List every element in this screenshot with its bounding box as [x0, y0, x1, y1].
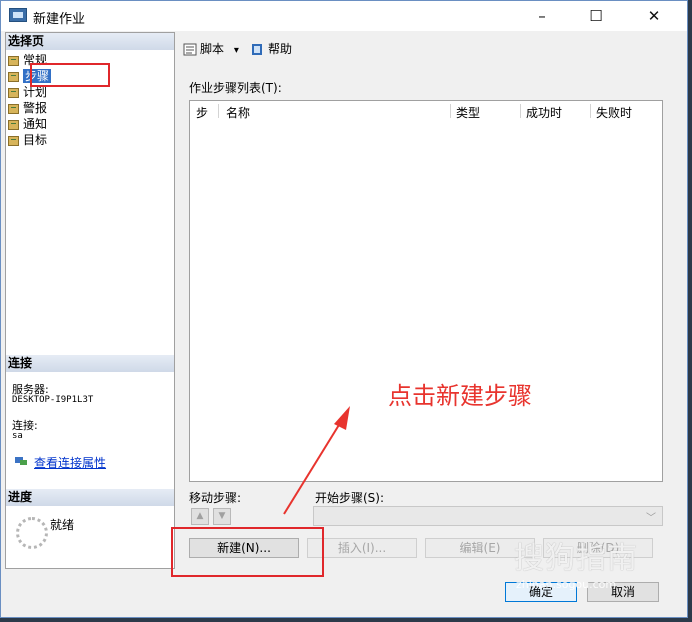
page-label: 警报: [23, 101, 48, 115]
page-icon: [8, 135, 19, 146]
page-item-notifications[interactable]: 通知: [8, 117, 47, 131]
annotation-text: 点击新建步骤: [388, 382, 532, 410]
page-item-schedule[interactable]: 计划: [8, 85, 47, 99]
column-header-type[interactable]: 类型: [456, 104, 480, 121]
connection-value: sa: [12, 431, 23, 441]
page-icon: [8, 55, 19, 66]
watermark-url: zhinan.sogou.com: [516, 578, 617, 591]
script-button[interactable]: 脚本 ▾: [183, 40, 239, 57]
connection-properties-icon: [15, 457, 27, 465]
app-icon: [9, 8, 27, 22]
column-header-name[interactable]: 名称: [226, 104, 250, 121]
progress-spinner-icon: [16, 517, 48, 549]
annotation-arrow-icon: [283, 406, 350, 515]
move-down-button[interactable]: ▼: [213, 508, 231, 525]
start-step-select[interactable]: ﹀: [313, 506, 663, 526]
script-icon: [183, 43, 197, 56]
left-panel: 选择页 常规 步骤 计划 警报 通知 目标 连接 服务器: DESKTOP-I9…: [5, 32, 175, 569]
highlight-steps-page: [30, 63, 110, 87]
title-bar: 新建作业 – ☐ ✕: [1, 1, 687, 31]
maximize-button[interactable]: ☐: [573, 1, 619, 31]
page-icon: [8, 103, 19, 114]
page-label: 计划: [23, 85, 48, 99]
move-up-button[interactable]: ▲: [191, 508, 209, 525]
column-separator: [520, 104, 521, 118]
script-dropdown-icon[interactable]: ▾: [234, 45, 239, 56]
page-label: 通知: [23, 117, 48, 131]
close-button[interactable]: ✕: [631, 1, 677, 31]
steps-page: 脚本 ▾ 帮助 作业步骤列表(T): 步 名称 类型 成功时 失败时 移动步骤:…: [177, 32, 671, 569]
column-separator: [450, 104, 451, 118]
view-connection-properties-link[interactable]: 查看连接属性: [34, 454, 106, 471]
column-separator: [590, 104, 591, 118]
server-value: DESKTOP-I9P1L3T: [12, 395, 94, 405]
move-step-label: 移动步骤:: [189, 491, 242, 505]
select-page-header: 选择页: [6, 33, 174, 50]
page-icon: [8, 87, 19, 98]
column-header-on-failure[interactable]: 失败时: [596, 104, 632, 121]
help-label: 帮助: [268, 42, 293, 56]
job-step-list[interactable]: 步 名称 类型 成功时 失败时: [189, 100, 663, 482]
help-button[interactable]: 帮助: [251, 40, 292, 57]
help-icon: [252, 44, 262, 55]
page-item-alerts[interactable]: 警报: [8, 101, 47, 115]
step-list-label: 作业步骤列表(T):: [189, 81, 282, 95]
page-label: 目标: [23, 133, 48, 147]
minimize-button[interactable]: –: [519, 1, 565, 31]
watermark-logo: 搜狗指南: [514, 541, 638, 576]
page-icon: [8, 71, 19, 82]
column-header-step[interactable]: 步: [196, 104, 208, 121]
chevron-down-icon: ﹀: [646, 513, 656, 524]
column-header-on-success[interactable]: 成功时: [526, 104, 562, 121]
new-job-dialog: 新建作业 – ☐ ✕ 选择页 常规 步骤 计划 警报 通知 目标 连接 服务器:…: [0, 0, 688, 618]
progress-header: 进度: [6, 489, 174, 506]
page-icon: [8, 119, 19, 130]
connection-header: 连接: [6, 355, 174, 372]
script-label: 脚本: [200, 42, 225, 56]
highlight-new-button: [171, 527, 324, 577]
progress-status: 就绪: [50, 518, 75, 532]
window-title: 新建作业: [33, 12, 86, 27]
page-item-targets[interactable]: 目标: [8, 133, 47, 147]
column-separator: [218, 104, 219, 118]
